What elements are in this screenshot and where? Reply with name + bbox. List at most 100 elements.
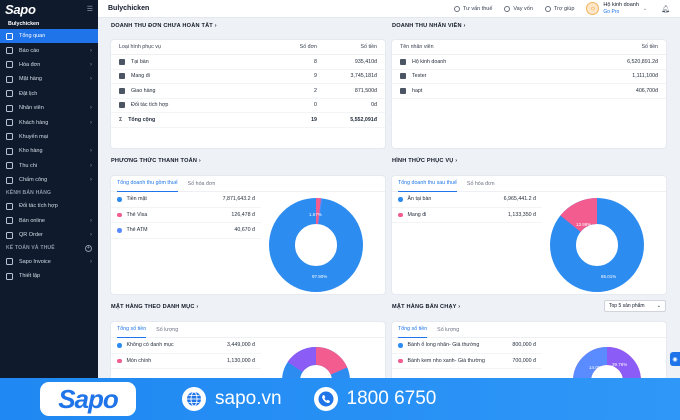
chevron-right-icon: › (90, 61, 92, 68)
legend-dot-icon (398, 197, 403, 202)
total-row: Σ Tổng cộng 19 5,552,091đ (111, 113, 385, 128)
globe-icon (182, 387, 206, 411)
invoice-icon (6, 61, 13, 69)
sapo-logo[interactable]: Sapo (5, 2, 36, 17)
online-icon (6, 217, 13, 225)
list-item: Mang đi 1,133,350 đ (392, 208, 542, 223)
table-row: Giao hàng 2 871,500đ (111, 84, 385, 99)
tab-invoice-count[interactable]: Số hóa đơn (467, 176, 495, 192)
chevron-right-icon: › (90, 47, 92, 54)
sidebar-item-label: Chấm công (19, 177, 48, 184)
calendar-icon (6, 90, 13, 98)
revenue-staff-card: Tên nhân viên Số tiền Hộ kinh doanh 6,520… (392, 40, 666, 148)
sidebar-item-label: Đặt lịch (19, 90, 38, 97)
sidebar-sales-item-2[interactable]: QR Order › (0, 228, 98, 242)
sidebar-sales-item-1[interactable]: Bán online › (0, 214, 98, 228)
sidebar-item-label: Tổng quan (19, 33, 46, 40)
sidebar-item-5[interactable]: Nhân viên › (0, 101, 98, 115)
service-types-title[interactable]: HÌNH THỨC PHỤC VỤ › (392, 158, 457, 164)
home-icon (6, 32, 13, 40)
chevron-down-icon: ⌄ (642, 5, 648, 12)
chevron-right-icon: › (90, 119, 92, 126)
table-row: Tại bàn 8 935,410đ (111, 55, 385, 70)
revenue-staff-title[interactable]: DOANH THU NHÂN VIÊN › (392, 23, 466, 29)
bestsellers-title[interactable]: MẶT HÀNG BÁN CHẠY › (392, 304, 460, 310)
bell-icon[interactable]: 🔔︎ (661, 5, 670, 13)
warehouse-icon (6, 147, 13, 155)
chevron-right-icon: › (90, 76, 92, 83)
side-toggle-eye-icon[interactable]: ◉ (670, 352, 680, 366)
donut-label-takeaway: 13.99% (576, 222, 591, 227)
sidebar-item-1[interactable]: Báo cáo › (0, 43, 98, 57)
payment-donut-chart: 97.90% 1.57% (269, 198, 363, 292)
legend-dot-icon (398, 358, 403, 363)
sidebar-item-4[interactable]: Đặt lịch (0, 87, 98, 101)
sidebar-item-9[interactable]: Thu chi › (0, 159, 98, 173)
legend-dot-icon (398, 343, 403, 348)
sidebar-accounting-item-0[interactable]: Sapo Invoice › (0, 254, 98, 268)
legend-dot-icon (117, 197, 122, 202)
tab-quantity[interactable]: Số lượng (156, 322, 178, 338)
sidebar-item-0[interactable]: Tổng quan (0, 29, 98, 44)
sidebar-item-6[interactable]: Khách hàng › (0, 115, 98, 129)
chevron-right-icon: › (90, 105, 92, 112)
account-menu[interactable]: ☼ Hộ kinh doanh Go Pro ⌄ (586, 2, 647, 15)
table-row: Đối tác tích hợp 0 0đ (111, 99, 385, 113)
sidebar: Sapo ☰ Bulychicken Tổng quan Báo cáo › Hóa … (0, 0, 98, 378)
sidebar-item-label: Khách hàng (19, 119, 49, 126)
user-icon (400, 58, 406, 65)
tab-total-amount[interactable]: Tổng số tiền (117, 322, 147, 338)
add-icon[interactable]: + (85, 244, 92, 252)
chart-icon (6, 47, 13, 55)
help-link[interactable]: Trợ giúp (544, 5, 574, 12)
sidebar-item-10[interactable]: Chấm công › (0, 173, 98, 187)
list-item: Tiền mặt 7,871,643.2 đ (111, 192, 261, 208)
sidebar-sales-item-0[interactable]: Đối tác tích hợp (0, 199, 98, 213)
list-item: Món chính 1,130,000 đ (111, 354, 261, 369)
service-type-icon (119, 87, 125, 94)
list-item: Thẻ ATM 40,670 đ (111, 223, 261, 239)
sidebar-item-7[interactable]: Khuyến mại (0, 130, 98, 144)
top-products-select[interactable]: Top 5 sản phẩm ⌄ (604, 300, 666, 312)
donut-label-cash: 97.90% (312, 274, 327, 279)
legend-dot-icon (117, 358, 122, 363)
legend-dot-icon (117, 212, 122, 217)
section-accounting: KẾ TOÁN VÀ THUẾ + (6, 244, 92, 252)
sidebar-item-2[interactable]: Hóa đơn › (0, 58, 98, 72)
chevron-down-icon: ⌄ (656, 303, 661, 309)
category-donut-chart (282, 346, 350, 378)
chevron-right-icon: › (90, 232, 92, 239)
category-items-title[interactable]: MẶT HÀNG THEO DANH MỤC › (111, 304, 198, 310)
tax-advice-link[interactable]: Tư vấn thuế (453, 5, 492, 12)
loan-link[interactable]: Vay vốn (504, 5, 533, 12)
sidebar-item-3[interactable]: Mặt hàng › (0, 72, 98, 86)
tab-invoice-count[interactable]: Số hóa đơn (188, 176, 216, 192)
payment-methods-title[interactable]: PHƯƠNG THỨC THANH TOÁN › (111, 158, 201, 164)
sidebar-accounting-item-1[interactable]: Thiết lập (0, 269, 98, 283)
col-order-count: Số đơn (299, 44, 317, 50)
sidebar-item-label: Hóa đơn (19, 61, 41, 68)
tab-revenue-incl-tax[interactable]: Tổng doanh thu gồm thuế (117, 176, 178, 192)
tax-icon (453, 5, 460, 12)
tab-total-amount[interactable]: Tổng số tiền (398, 322, 428, 338)
bestsellers-donut-chart: 14.05% 39.76% (573, 347, 641, 378)
tab-revenue-after-tax[interactable]: Tổng doanh thu sau thuế (398, 176, 457, 192)
service-type-icon (119, 73, 125, 80)
staff-icon (6, 104, 13, 112)
qr-icon (6, 231, 13, 239)
list-item: Bánh ổ long nhãn- Giá thường 800,000 đ (392, 338, 542, 354)
sidebar-item-label: QR Order (19, 232, 43, 239)
chevron-right-icon: › (90, 162, 92, 169)
revenue-pending-title[interactable]: DOANH THU ĐƠN CHƯA HOÀN TẤT › (111, 23, 217, 29)
service-type-icon (119, 102, 125, 109)
help-icon (544, 5, 551, 12)
tab-quantity[interactable]: Số lượng (437, 322, 459, 338)
sidebar-item-8[interactable]: Kho hàng › (0, 144, 98, 158)
donut-label-2: 39.76% (612, 362, 627, 367)
banner-website[interactable]: sapo.vn (215, 388, 282, 410)
banner-hotline[interactable]: 1800 6750 (347, 388, 437, 410)
chevron-right-icon: › (90, 258, 92, 265)
donut-label-1: 14.05% (589, 365, 604, 370)
hamburger-icon[interactable]: ☰ (87, 5, 93, 13)
list-item: Thẻ Visa 126,478 đ (111, 208, 261, 223)
